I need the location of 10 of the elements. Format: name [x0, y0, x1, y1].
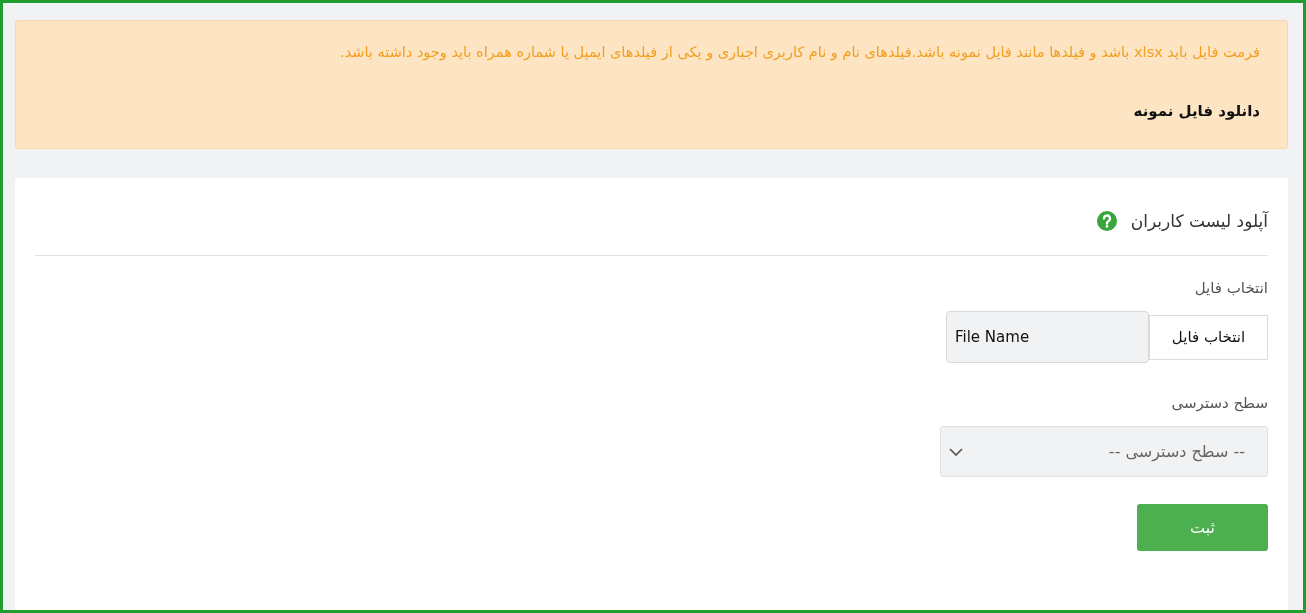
help-icon[interactable]	[1096, 211, 1117, 231]
field-label: سطح دسترسی	[1171, 393, 1268, 414]
choose-file-button[interactable]: انتخاب فایل	[1149, 314, 1268, 360]
file-name-field[interactable]: File Name	[946, 311, 1149, 363]
field-label: انتخاب فایل	[1194, 278, 1268, 299]
download-sample-link[interactable]: دانلود فایل نمونه	[1133, 99, 1260, 123]
chevron-down-icon	[949, 447, 963, 456]
access-level-select[interactable]: -- سطح دسترسی --	[940, 426, 1268, 477]
alert-message: فرمت فایل باید xlsx باشد و فیلدها مانند فایل نمونه باشد.فیلدهای نام و نام کاربری اجباری و یکی از فیلدهای ایمیل یا شماره همراه باید وجود داشته باشد.	[340, 43, 1260, 63]
card-title: آپلود لیست کاربران	[1130, 210, 1268, 234]
